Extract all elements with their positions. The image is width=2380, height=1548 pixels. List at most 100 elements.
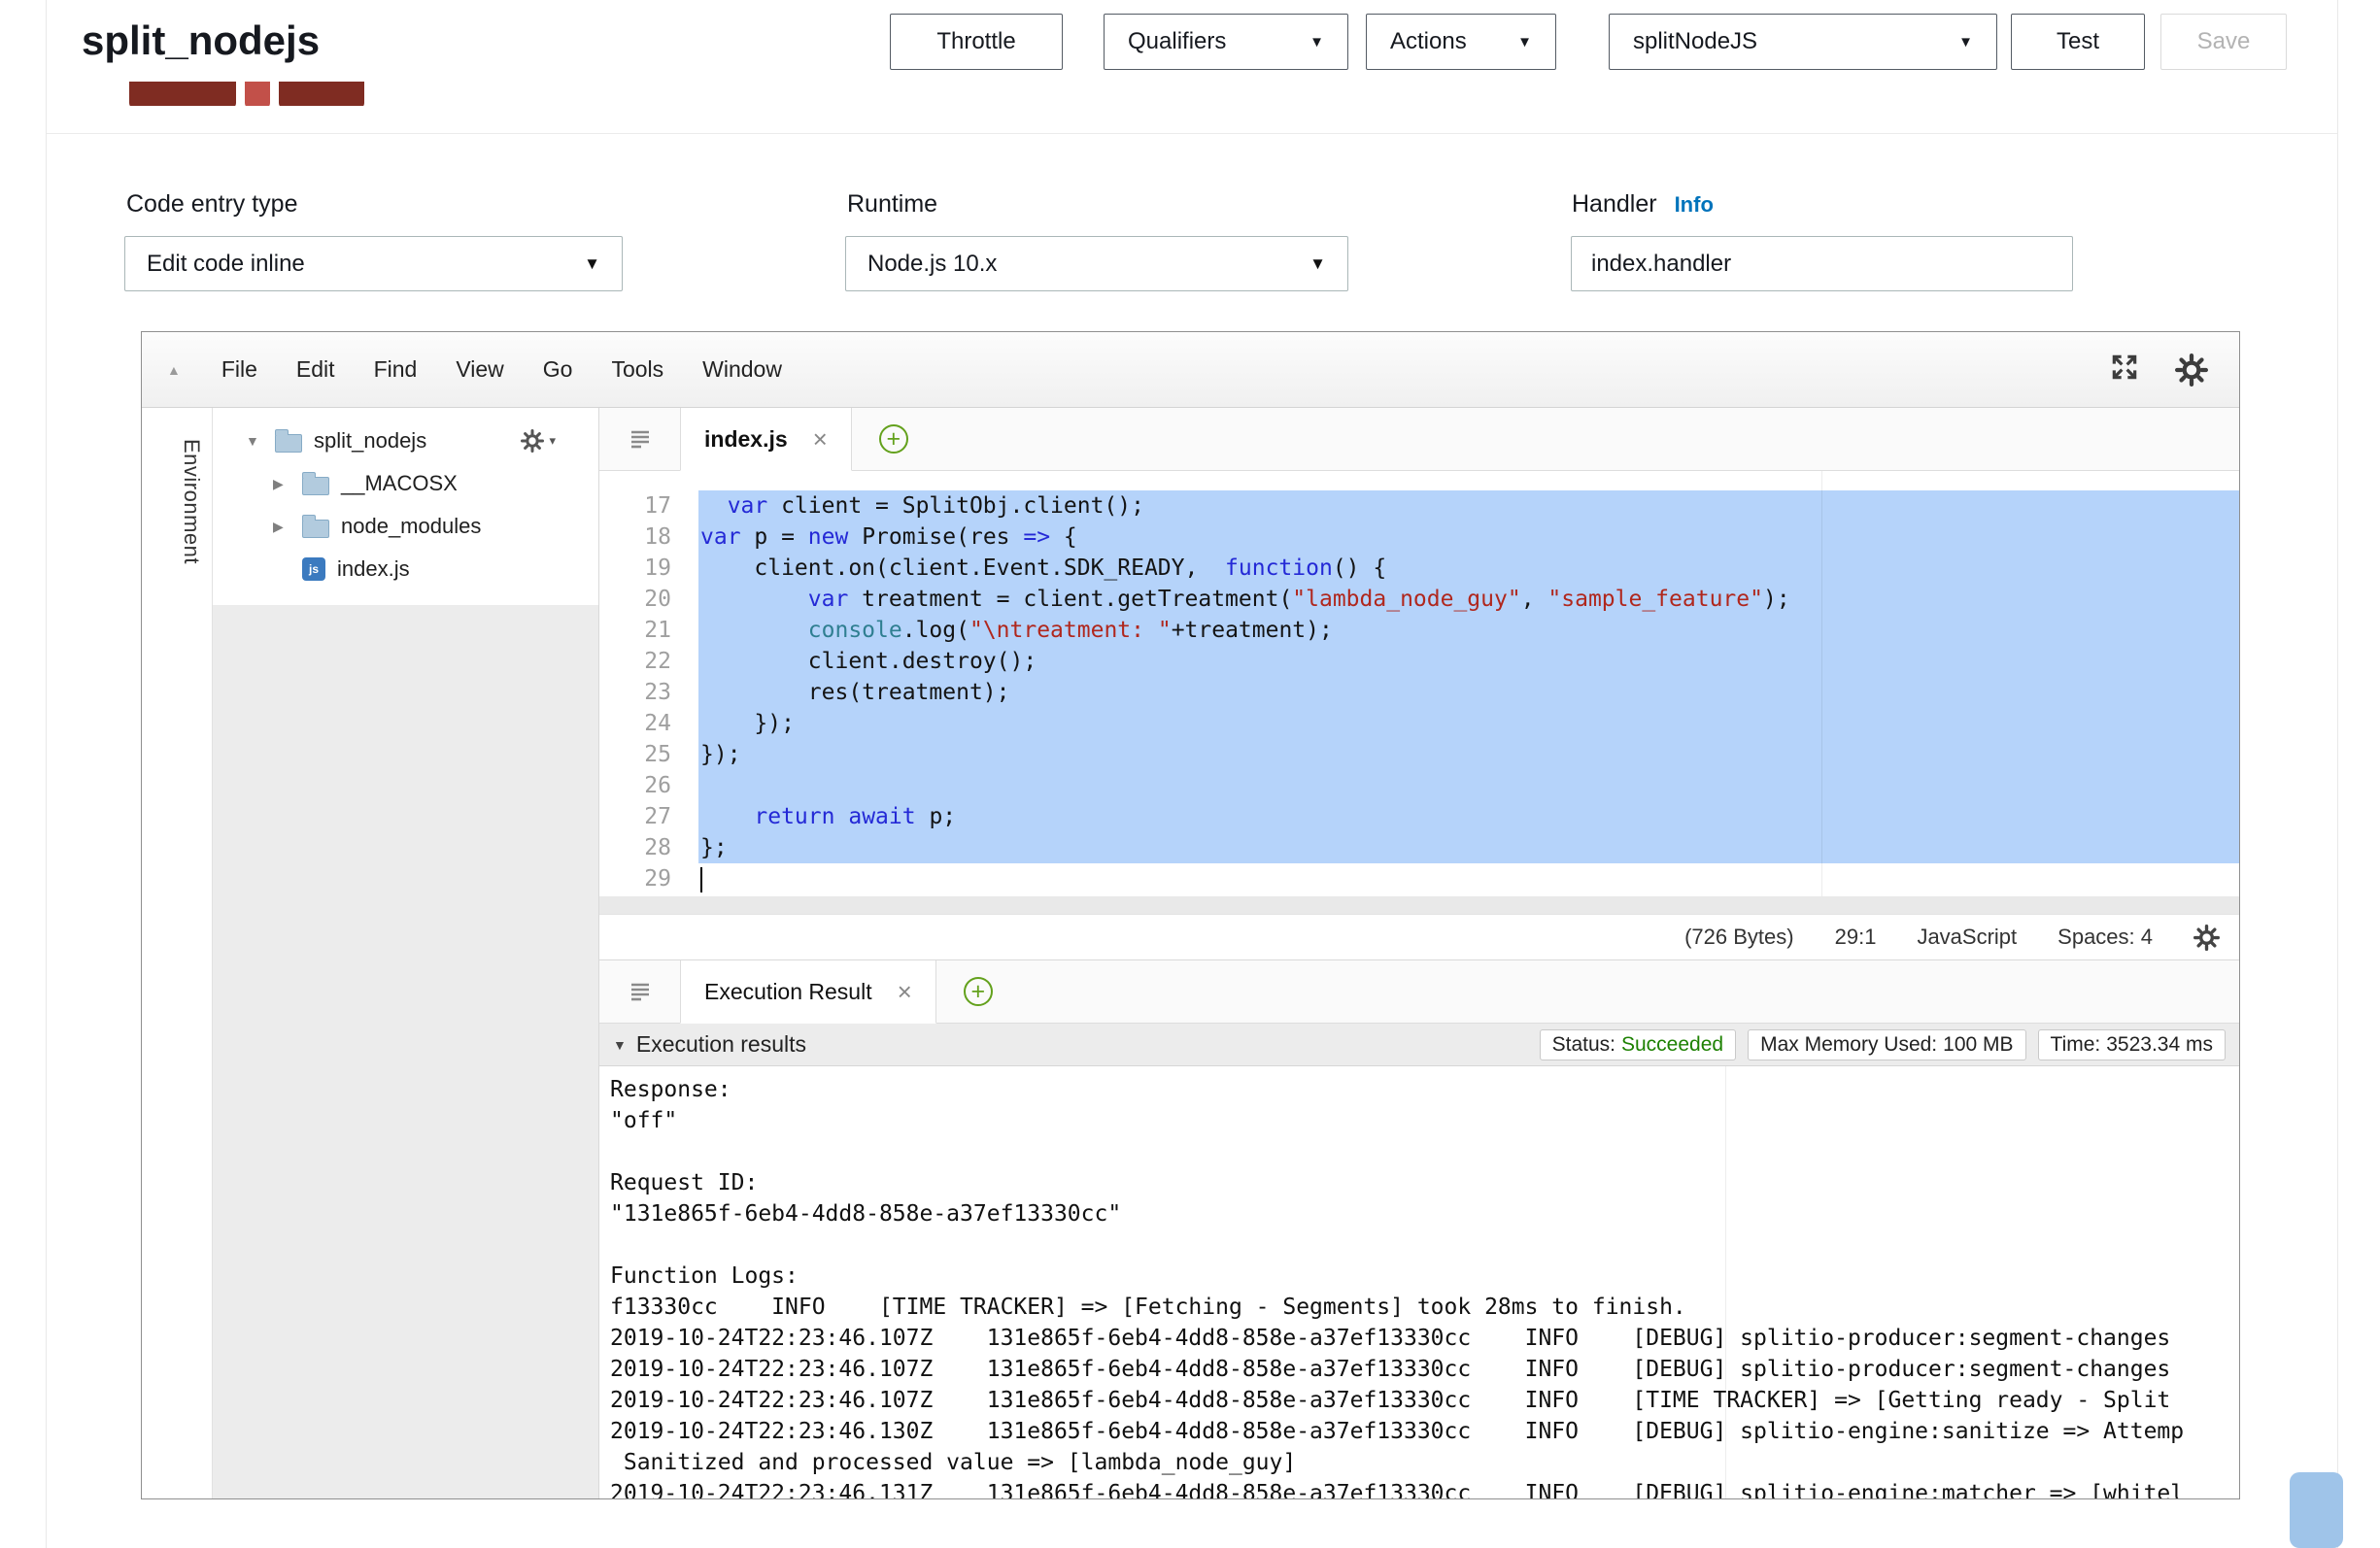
text-cursor [700, 867, 702, 892]
tree-item--macosx[interactable]: ▶__MACOSX [213, 462, 598, 505]
actions-button[interactable]: Actions ▼ [1366, 14, 1556, 70]
code-line-26[interactable]: 26 [599, 770, 2239, 801]
editor-menubar: ▲ File Edit Find View Go Tools Window [142, 332, 2239, 408]
statusbar-gear-icon[interactable] [2193, 925, 2220, 951]
new-tab-icon[interactable]: + [879, 424, 908, 454]
left-border [46, 0, 47, 1548]
tab-execution-result[interactable]: Execution Result × [680, 960, 936, 1024]
folder-icon [275, 434, 302, 453]
cursor-position[interactable]: 29:1 [1835, 925, 1877, 950]
tree-item-split-nodejs[interactable]: ▼ split_nodejs ▾ [213, 420, 598, 462]
indentation-setting[interactable]: Spaces: 4 [2057, 925, 2153, 950]
line-number: 24 [599, 708, 698, 739]
code-entry-type-label: Code entry type [126, 190, 298, 219]
print-margin [1821, 471, 1822, 896]
tree-item-index-js[interactable]: js index.js [213, 548, 598, 590]
tree-item-node-modules[interactable]: ▶node_modules [213, 505, 598, 548]
menu-go[interactable]: Go [543, 356, 573, 383]
runtime-label: Runtime [847, 190, 937, 219]
collapse-caret-icon[interactable]: ▼ [613, 1037, 627, 1053]
editor-tabbar: index.js × + [599, 408, 2239, 471]
folder-settings-gear-icon[interactable]: ▾ [521, 429, 556, 453]
menu-find[interactable]: Find [374, 356, 418, 383]
disclosure-open-icon[interactable]: ▼ [246, 433, 267, 449]
code-entry-type-select[interactable]: Edit code inline ▼ [124, 236, 623, 291]
log-text: Response: "off" Request ID: "131e865f-6e… [599, 1066, 2239, 1498]
close-icon[interactable]: × [813, 424, 828, 454]
handler-input[interactable] [1571, 236, 2073, 291]
tree-item-label: split_nodejs [314, 428, 426, 454]
menubar-right-icons [2109, 352, 2208, 388]
code-line-25[interactable]: 25}); [599, 739, 2239, 770]
chevron-down-icon: ▼ [1517, 34, 1532, 50]
file-size: (726 Bytes) [1684, 925, 1794, 950]
print-margin [1725, 1066, 1726, 1498]
editor-statusbar: (726 Bytes) 29:1 JavaScript Spaces: 4 [599, 914, 2239, 960]
handler-label-row: Handler Info [1572, 190, 1714, 219]
code-line-28[interactable]: 28}; [599, 832, 2239, 863]
code-line-27[interactable]: 27 return await p; [599, 801, 2239, 832]
menu-items: File Edit Find View Go Tools Window [221, 356, 782, 383]
code-line-20[interactable]: 20 var treatment = client.getTreatment("… [599, 584, 2239, 615]
code-line-19[interactable]: 19 client.on(client.Event.SDK_READY, fun… [599, 553, 2239, 584]
file-tree: ▼ split_nodejs ▾ ▶__MACOSX▶node_modulesjsin… [213, 408, 598, 605]
divider [47, 133, 2337, 134]
code-line-17[interactable]: 17 var client = SplitObj.client(); [599, 490, 2239, 522]
throttle-button[interactable]: Throttle [890, 14, 1063, 70]
tab-index-js[interactable]: index.js × [680, 408, 852, 471]
code-line-18[interactable]: 18var p = new Promise(res => { [599, 522, 2239, 553]
line-number: 23 [599, 677, 698, 708]
file-tree-panel: ▼ split_nodejs ▾ ▶__MACOSX▶node_modulesjsin… [213, 408, 599, 1498]
menu-edit[interactable]: Edit [296, 356, 335, 383]
fullscreen-icon[interactable] [2109, 352, 2140, 388]
line-number: 28 [599, 832, 698, 863]
handler-label: Handler [1572, 190, 1657, 219]
handler-info-link[interactable]: Info [1675, 192, 1714, 218]
code-line-23[interactable]: 23 res(treatment); [599, 677, 2239, 708]
line-number: 26 [599, 770, 698, 801]
line-number: 21 [599, 615, 698, 646]
qualifiers-button[interactable]: Qualifiers ▼ [1104, 14, 1348, 70]
feedback-button[interactable] [2290, 1472, 2343, 1548]
code-line-29[interactable]: 29 [599, 863, 2239, 894]
chevron-down-icon: ▼ [1309, 34, 1324, 50]
menu-file[interactable]: File [221, 356, 257, 383]
execution-results-header[interactable]: ▼ Execution results Status:SucceededMax … [599, 1024, 2239, 1066]
line-number: 18 [599, 522, 698, 553]
runtime-select[interactable]: Node.js 10.x ▼ [845, 236, 1348, 291]
folder-icon [302, 520, 329, 538]
chevron-down-icon: ▼ [584, 254, 600, 274]
code-area[interactable]: 17 var client = SplitObj.client();18var … [599, 471, 2239, 896]
execution-badges: Status:SucceededMax Memory Used:100 MBTi… [1540, 1029, 2226, 1060]
menu-window[interactable]: Window [702, 356, 782, 383]
execution-log[interactable]: Response: "off" Request ID: "131e865f-6e… [599, 1066, 2239, 1498]
save-button[interactable]: Save [2160, 14, 2287, 70]
execution-results-title: Execution results [636, 1031, 806, 1058]
document-icon[interactable] [599, 960, 680, 1023]
settings-gear-icon[interactable] [2175, 353, 2208, 387]
function-select[interactable]: splitNodeJS ▼ [1609, 14, 1997, 70]
close-icon[interactable]: × [898, 977, 912, 1007]
code-lines: 17 var client = SplitObj.client();18var … [599, 490, 2239, 894]
test-button[interactable]: Test [2011, 14, 2145, 70]
environment-label: Environment [179, 439, 204, 564]
collapse-menu-icon[interactable]: ▲ [167, 362, 181, 378]
time-badge: Time:3523.34 ms [2038, 1029, 2226, 1060]
environment-sidebar[interactable]: Environment [142, 408, 213, 1498]
menu-view[interactable]: View [456, 356, 503, 383]
code-line-22[interactable]: 22 client.destroy(); [599, 646, 2239, 677]
language-mode[interactable]: JavaScript [1917, 925, 2017, 950]
chevron-down-icon: ▼ [1958, 34, 1973, 50]
tree-item-label: index.js [337, 556, 410, 582]
line-number: 19 [599, 553, 698, 584]
menu-tools[interactable]: Tools [611, 356, 663, 383]
disclosure-closed-icon[interactable]: ▶ [273, 519, 294, 535]
code-line-21[interactable]: 21 console.log("\ntreatment: "+treatment… [599, 615, 2239, 646]
chevron-down-icon: ▾ [549, 433, 556, 449]
document-icon[interactable] [599, 408, 680, 470]
code-line-24[interactable]: 24 }); [599, 708, 2239, 739]
disclosure-closed-icon[interactable]: ▶ [273, 476, 294, 492]
new-tab-icon[interactable]: + [964, 977, 993, 1006]
js-file-icon: js [302, 557, 325, 581]
folder-icon [302, 477, 329, 495]
